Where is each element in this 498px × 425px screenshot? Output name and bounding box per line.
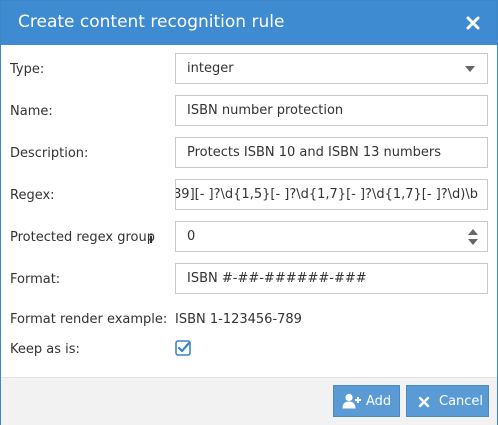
protected-group-label: Protected regex group bbox=[10, 230, 156, 245]
chevron-down-icon bbox=[465, 66, 475, 72]
keep-as-is-checkbox[interactable] bbox=[175, 340, 191, 356]
regex-value: \b(?:ISBN(?:: ?| ))?((?:97[89])?\d{9}[\d… bbox=[175, 187, 478, 202]
close-x-icon bbox=[418, 396, 430, 408]
protected-group-value: 0 bbox=[187, 229, 196, 244]
name-value: ISBN number protection bbox=[187, 103, 344, 118]
description-input[interactable]: Protects ISBN 10 and ISBN 13 numbers bbox=[175, 137, 488, 168]
dialog-footer: Add Cancel bbox=[1, 377, 497, 425]
type-label: Type: bbox=[10, 62, 45, 77]
add-button-label: Add bbox=[366, 394, 392, 409]
cancel-button[interactable]: Cancel bbox=[406, 385, 489, 417]
regex-input[interactable]: \b(?:ISBN(?:: ?| ))?((?:97[89])?\d{9}[\d… bbox=[175, 179, 488, 210]
format-input[interactable]: ISBN #-##-######-### bbox=[175, 263, 488, 294]
format-value: ISBN #-##-######-### bbox=[187, 271, 367, 286]
format-example-value: ISBN 1-123456-789 bbox=[175, 312, 302, 327]
close-icon[interactable] bbox=[463, 13, 483, 33]
name-input[interactable]: ISBN number protection bbox=[175, 95, 488, 126]
info-icon[interactable]: i bbox=[149, 232, 153, 246]
type-select[interactable]: integer bbox=[175, 53, 488, 84]
format-example-label: Format render example: bbox=[10, 312, 168, 327]
spinner-arrows-icon[interactable] bbox=[467, 227, 479, 247]
add-button[interactable]: Add bbox=[333, 385, 400, 417]
regex-label: Regex: bbox=[10, 188, 55, 203]
cancel-button-label: Cancel bbox=[439, 394, 484, 409]
create-rule-dialog: Create content recognition rule Type: in… bbox=[0, 0, 498, 425]
add-user-icon bbox=[342, 393, 361, 409]
description-value: Protects ISBN 10 and ISBN 13 numbers bbox=[187, 145, 442, 160]
protected-group-stepper[interactable]: 0 bbox=[175, 221, 488, 252]
keep-as-is-label: Keep as is: bbox=[10, 342, 80, 357]
dialog-title: Create content recognition rule bbox=[18, 12, 285, 32]
dialog-titlebar: Create content recognition rule bbox=[1, 1, 497, 45]
type-value: integer bbox=[187, 61, 234, 76]
description-label: Description: bbox=[10, 146, 89, 161]
format-label: Format: bbox=[10, 272, 61, 287]
name-label: Name: bbox=[10, 104, 53, 119]
